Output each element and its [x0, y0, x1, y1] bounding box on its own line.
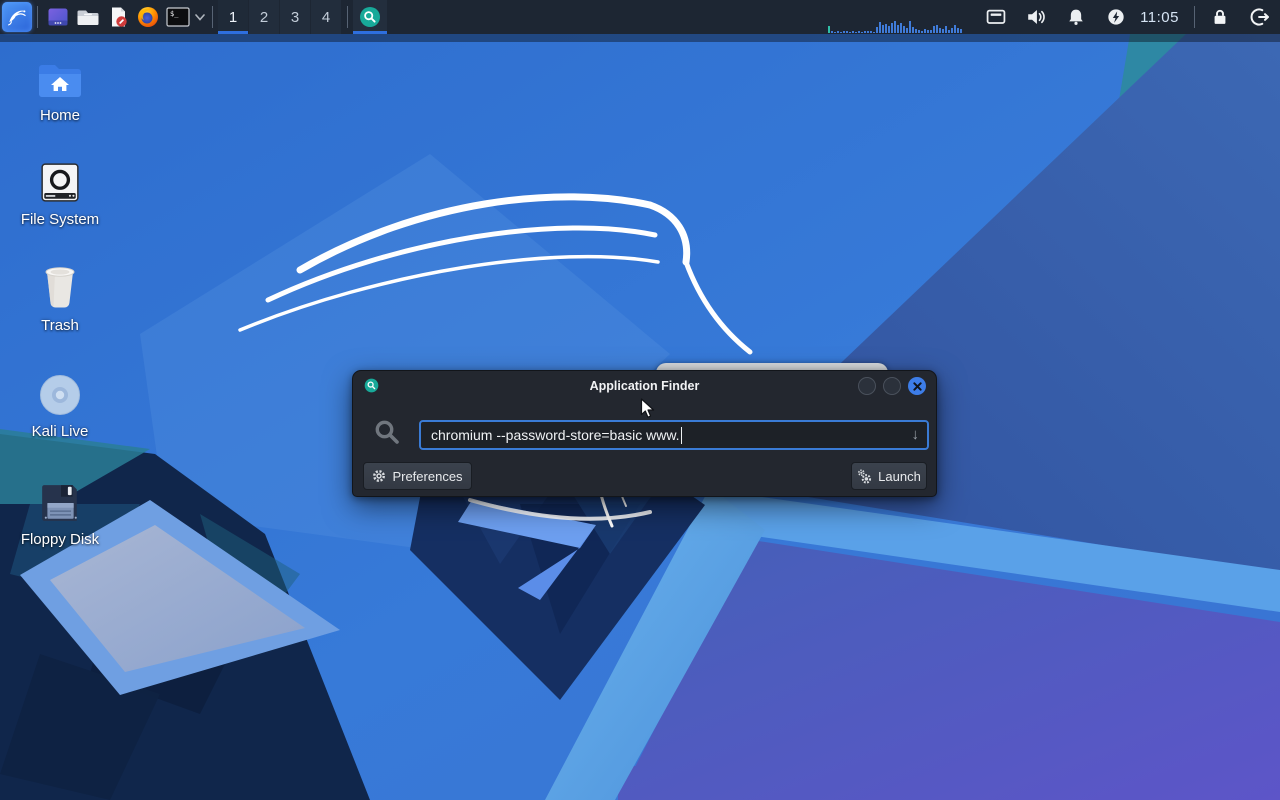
- notifications-tray-icon[interactable]: [1063, 5, 1089, 29]
- panel-separator: [37, 6, 38, 28]
- finder-window-title: Application Finder: [589, 379, 700, 393]
- desktop-icon-label: Home: [39, 107, 80, 124]
- folder-icon: [77, 10, 99, 25]
- panel-right-cluster: 11:05: [828, 0, 1280, 34]
- workspace-button-2[interactable]: 2: [249, 0, 279, 34]
- gear-icon: [373, 470, 386, 482]
- kali-menu-button[interactable]: [2, 2, 32, 32]
- desktop-icon-kali-live[interactable]: Kali Live: [10, 370, 110, 440]
- launcher-terminal-emulator[interactable]: $_: [163, 2, 193, 32]
- minimize-button[interactable]: [858, 377, 876, 395]
- desktop-icon-label: File System: [20, 211, 100, 228]
- power-manager-tray-icon[interactable]: [1103, 5, 1129, 29]
- trash-can-icon: [10, 264, 110, 310]
- preferences-button[interactable]: Preferences: [363, 462, 472, 490]
- text-caret: [680, 426, 682, 444]
- firefox-icon: [138, 7, 158, 27]
- taskbar-application-finder[interactable]: [353, 0, 387, 34]
- top-panel: $_ 1 2 3 4 11:05: [0, 0, 1280, 34]
- desktop-icon-home[interactable]: Home: [10, 54, 110, 124]
- launcher-firefox-browser[interactable]: [133, 2, 163, 32]
- text-editor-icon: [112, 7, 127, 27]
- desktop-icon-label: Kali Live: [31, 423, 89, 440]
- desktop-icon-label: Trash: [41, 317, 79, 334]
- terminal-icon: $_: [166, 7, 190, 27]
- panel-clock[interactable]: 11:05: [1140, 9, 1179, 26]
- settings-window-icon: [48, 8, 68, 26]
- workspace-button-3[interactable]: 3: [280, 0, 310, 34]
- search-icon: [373, 418, 401, 451]
- launcher-file-manager[interactable]: [73, 2, 103, 32]
- preferences-button-label: Preferences: [392, 468, 463, 484]
- application-finder-window: Application Finder chromium --password-s…: [352, 370, 937, 497]
- terminal-dropdown-chevron[interactable]: [193, 2, 207, 32]
- finder-search-row: chromium --password-store=basic www. ↓: [353, 415, 936, 453]
- hard-drive-icon: [10, 158, 110, 204]
- terminal-prompt-glyph: $_: [170, 10, 179, 18]
- panel-separator: [347, 6, 348, 28]
- finder-button-row: Preferences Launch: [353, 462, 936, 490]
- floppy-disk-icon: [10, 478, 110, 524]
- desktop-icon-floppy-disk[interactable]: Floppy Disk: [10, 478, 110, 548]
- close-button[interactable]: [908, 377, 926, 395]
- desktop-icon-file-system[interactable]: File System: [10, 158, 110, 228]
- launch-button[interactable]: Launch: [851, 462, 927, 490]
- cpu-usage-graph[interactable]: [828, 0, 963, 34]
- logout-icon[interactable]: [1248, 5, 1272, 29]
- workspace-button-4[interactable]: 4: [311, 0, 341, 34]
- finder-titlebar[interactable]: Application Finder: [353, 371, 936, 401]
- lock-screen-icon[interactable]: [1208, 5, 1232, 29]
- kali-dragon-icon: [8, 10, 26, 26]
- search-input-value: chromium --password-store=basic www.: [431, 427, 680, 443]
- launch-button-label: Launch: [878, 468, 921, 484]
- desktop-icon-label: Floppy Disk: [20, 531, 100, 548]
- network-tray-icon[interactable]: [983, 5, 1009, 29]
- workspace-button-1[interactable]: 1: [218, 0, 248, 34]
- maximize-button[interactable]: [883, 377, 901, 395]
- application-finder-badge-icon: [360, 7, 380, 27]
- home-folder-icon: [10, 54, 110, 100]
- optical-disc-icon: [10, 370, 110, 416]
- search-input[interactable]: chromium --password-store=basic www. ↓: [419, 420, 929, 450]
- panel-separator: [212, 6, 213, 28]
- volume-tray-icon[interactable]: [1023, 5, 1049, 29]
- desktop-icon-trash[interactable]: Trash: [10, 264, 110, 334]
- launch-gears-icon: [858, 468, 872, 484]
- history-dropdown-arrow-icon[interactable]: ↓: [912, 426, 920, 443]
- launcher-text-editor[interactable]: [103, 2, 133, 32]
- close-icon: [912, 381, 922, 391]
- finder-window-icon: [364, 378, 379, 398]
- launcher-settings-app[interactable]: [43, 2, 73, 32]
- panel-separator: [1194, 6, 1195, 28]
